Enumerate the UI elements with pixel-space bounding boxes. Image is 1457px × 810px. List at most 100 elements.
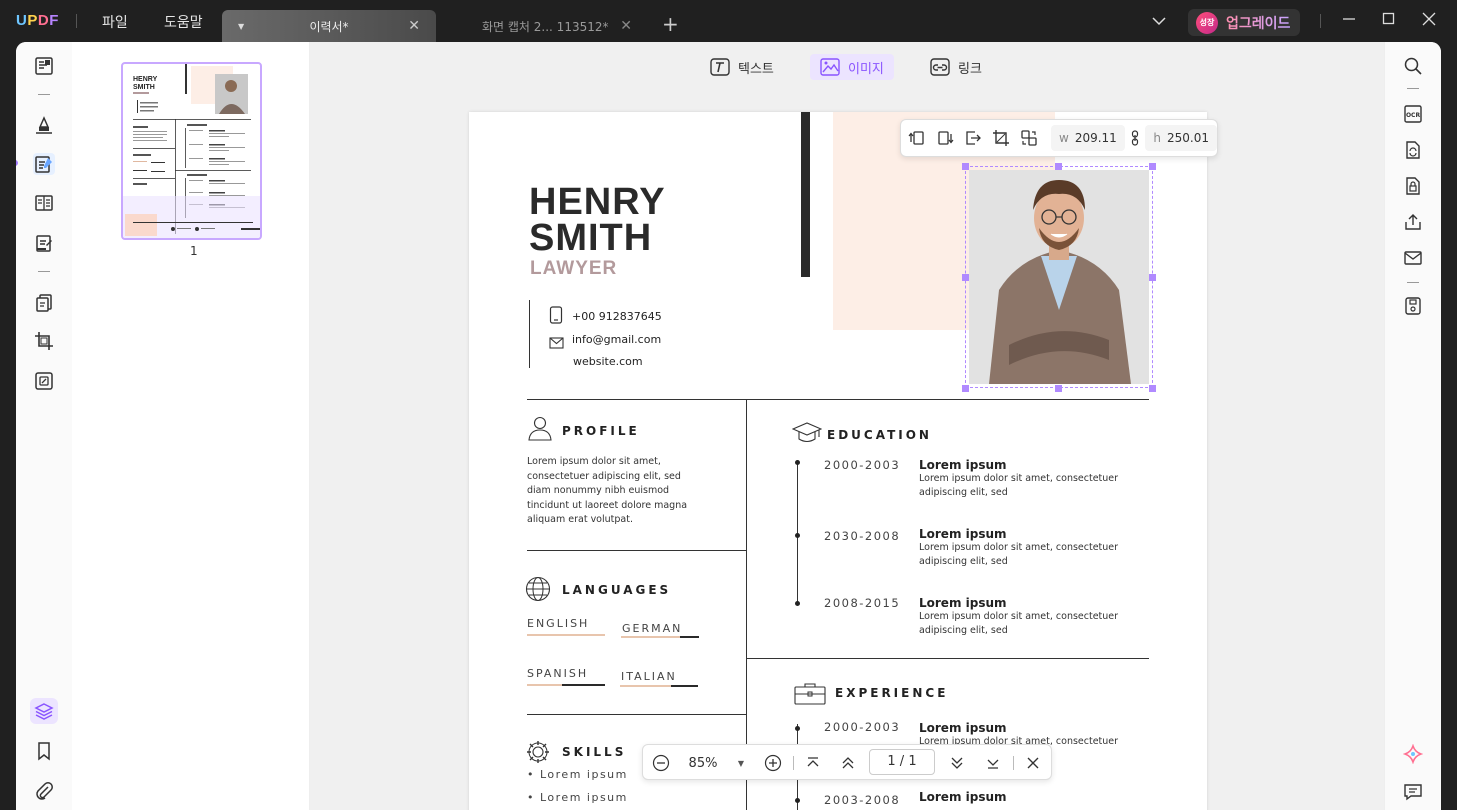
next-page-icon[interactable]: [947, 753, 967, 773]
search-icon[interactable]: [1403, 56, 1423, 76]
tab-title: 화면 캡처 2... 113512*: [482, 19, 609, 34]
share-icon[interactable]: [1403, 212, 1423, 232]
skills-title[interactable]: SKILLS: [562, 745, 626, 759]
rotate-left-icon[interactable]: [903, 123, 931, 153]
education-desc[interactable]: adipiscing elit, sed: [919, 555, 1008, 570]
experience-years[interactable]: 2000-2003: [824, 720, 900, 734]
first-page-icon[interactable]: [803, 753, 823, 773]
education-years[interactable]: 2030-2008: [824, 529, 900, 543]
education-heading[interactable]: Lorem ipsum: [919, 527, 1007, 541]
phone-text[interactable]: +00 912837645: [572, 310, 662, 323]
zoom-out-icon[interactable]: [651, 753, 671, 773]
education-desc[interactable]: Lorem ipsum dolor sit amet, consectetuer: [919, 610, 1118, 625]
last-page-icon[interactable]: [983, 753, 1003, 773]
education-desc[interactable]: adipiscing elit, sed: [919, 486, 1008, 501]
edit-pdf-icon[interactable]: [33, 153, 55, 175]
page-thumbnail[interactable]: HENRY SMITH: [121, 62, 262, 240]
profile-title[interactable]: PROFILE: [562, 424, 640, 438]
education-heading[interactable]: Lorem ipsum: [919, 596, 1007, 610]
attachment-icon[interactable]: [33, 780, 55, 802]
education-desc[interactable]: Lorem ipsum dolor sit amet, consectetuer: [919, 472, 1118, 487]
comment-highlighter-icon[interactable]: [33, 114, 55, 136]
crop-pages-icon[interactable]: [33, 330, 55, 352]
comments-icon[interactable]: [1403, 782, 1423, 802]
zoom-level[interactable]: 85%: [683, 753, 723, 773]
extract-image-icon[interactable]: [959, 123, 987, 153]
close-icon[interactable]: ✕: [620, 18, 632, 34]
right-toolbar: OCR: [1384, 42, 1441, 810]
resize-handle[interactable]: [1055, 385, 1062, 392]
resize-handle[interactable]: [962, 163, 969, 170]
menu-help[interactable]: 도움말: [164, 12, 203, 32]
edit-image-button[interactable]: 이미지: [810, 54, 894, 80]
page-layout-icon[interactable]: [33, 192, 55, 214]
resize-handle[interactable]: [962, 385, 969, 392]
skill-item[interactable]: • Lorem ipsum: [527, 768, 628, 781]
close-icon[interactable]: [1023, 753, 1043, 773]
experience-heading[interactable]: Lorem ipsum: [919, 790, 1007, 804]
education-heading[interactable]: Lorem ipsum: [919, 458, 1007, 472]
rotate-right-icon[interactable]: [931, 123, 959, 153]
crop-icon[interactable]: [987, 123, 1015, 153]
resize-handle[interactable]: [1149, 163, 1156, 170]
tab-screenshot[interactable]: 화면 캡처 2... 113512* ✕: [442, 10, 642, 42]
language-english[interactable]: ENGLISH: [527, 617, 589, 630]
resize-handle[interactable]: [1149, 385, 1156, 392]
resize-handle[interactable]: [962, 274, 969, 281]
edit-link-button[interactable]: 링크: [930, 54, 982, 80]
fill-sign-icon[interactable]: [33, 232, 55, 254]
height-field[interactable]: h 250.01: [1145, 125, 1217, 151]
reader-icon[interactable]: [33, 55, 55, 77]
education-title[interactable]: EDUCATION: [827, 428, 932, 442]
new-tab-icon[interactable]: +: [662, 14, 679, 34]
protect-icon[interactable]: [1403, 176, 1423, 196]
close-icon[interactable]: ✕: [408, 18, 420, 34]
language-bar-english: [527, 634, 605, 636]
skill-item[interactable]: • Lorem ipsum: [527, 791, 628, 804]
lock-ratio-icon[interactable]: [1125, 123, 1146, 153]
education-years[interactable]: 2008-2015: [824, 596, 900, 610]
zoom-dropdown-icon[interactable]: ▼: [731, 753, 751, 773]
replace-image-icon[interactable]: [1015, 123, 1043, 153]
experience-heading[interactable]: Lorem ipsum: [919, 721, 1007, 735]
education-years[interactable]: 2000-2003: [824, 458, 900, 472]
minimize-icon[interactable]: [1342, 12, 1356, 30]
image-selection-frame[interactable]: [965, 166, 1153, 388]
page-number-input[interactable]: 1 / 1: [869, 749, 935, 775]
email-text[interactable]: info@gmail.com: [572, 333, 661, 346]
languages-title[interactable]: LANGUAGES: [562, 583, 671, 597]
bookmark-icon[interactable]: [33, 740, 55, 762]
profile-text[interactable]: Lorem ipsum dolor sit amet, consectetuer…: [527, 455, 727, 528]
layers-icon[interactable]: [33, 700, 55, 722]
first-name[interactable]: HENRY: [529, 183, 666, 221]
resize-handle[interactable]: [1055, 163, 1062, 170]
job-title[interactable]: LAWYER: [530, 258, 617, 280]
language-german[interactable]: GERMAN: [622, 622, 682, 635]
ocr-icon[interactable]: OCR: [1403, 104, 1423, 124]
menu-file[interactable]: 파일: [102, 12, 128, 32]
experience-years[interactable]: 2003-2008: [824, 793, 900, 807]
resize-handle[interactable]: [1149, 274, 1156, 281]
mail-icon[interactable]: [1403, 248, 1423, 268]
maximize-icon[interactable]: [1382, 12, 1396, 30]
zoom-in-icon[interactable]: [763, 753, 783, 773]
website-text[interactable]: website.com: [573, 355, 643, 368]
experience-title[interactable]: EXPERIENCE: [835, 686, 948, 700]
convert-icon[interactable]: [1403, 140, 1423, 160]
education-desc[interactable]: Lorem ipsum dolor sit amet, consectetuer: [919, 541, 1118, 556]
tools-icon[interactable]: [33, 370, 55, 392]
window-close-icon[interactable]: [1422, 12, 1436, 30]
width-field[interactable]: w 209.11: [1051, 125, 1125, 151]
last-name[interactable]: SMITH: [529, 219, 652, 257]
language-italian[interactable]: ITALIAN: [621, 670, 677, 683]
education-desc[interactable]: adipiscing elit, sed: [919, 624, 1008, 639]
organize-pages-icon[interactable]: [33, 292, 55, 314]
edit-text-button[interactable]: 텍스트: [710, 54, 774, 80]
tab-resume[interactable]: ▼ 이력서* ✕: [222, 10, 436, 42]
language-spanish[interactable]: SPANISH: [527, 667, 588, 680]
chevron-down-icon[interactable]: [1152, 15, 1166, 29]
save-icon[interactable]: [1403, 296, 1423, 316]
ai-assistant-icon[interactable]: [1402, 743, 1424, 765]
upgrade-button[interactable]: 성장 업그레이드: [1188, 9, 1300, 36]
previous-page-icon[interactable]: [838, 753, 858, 773]
